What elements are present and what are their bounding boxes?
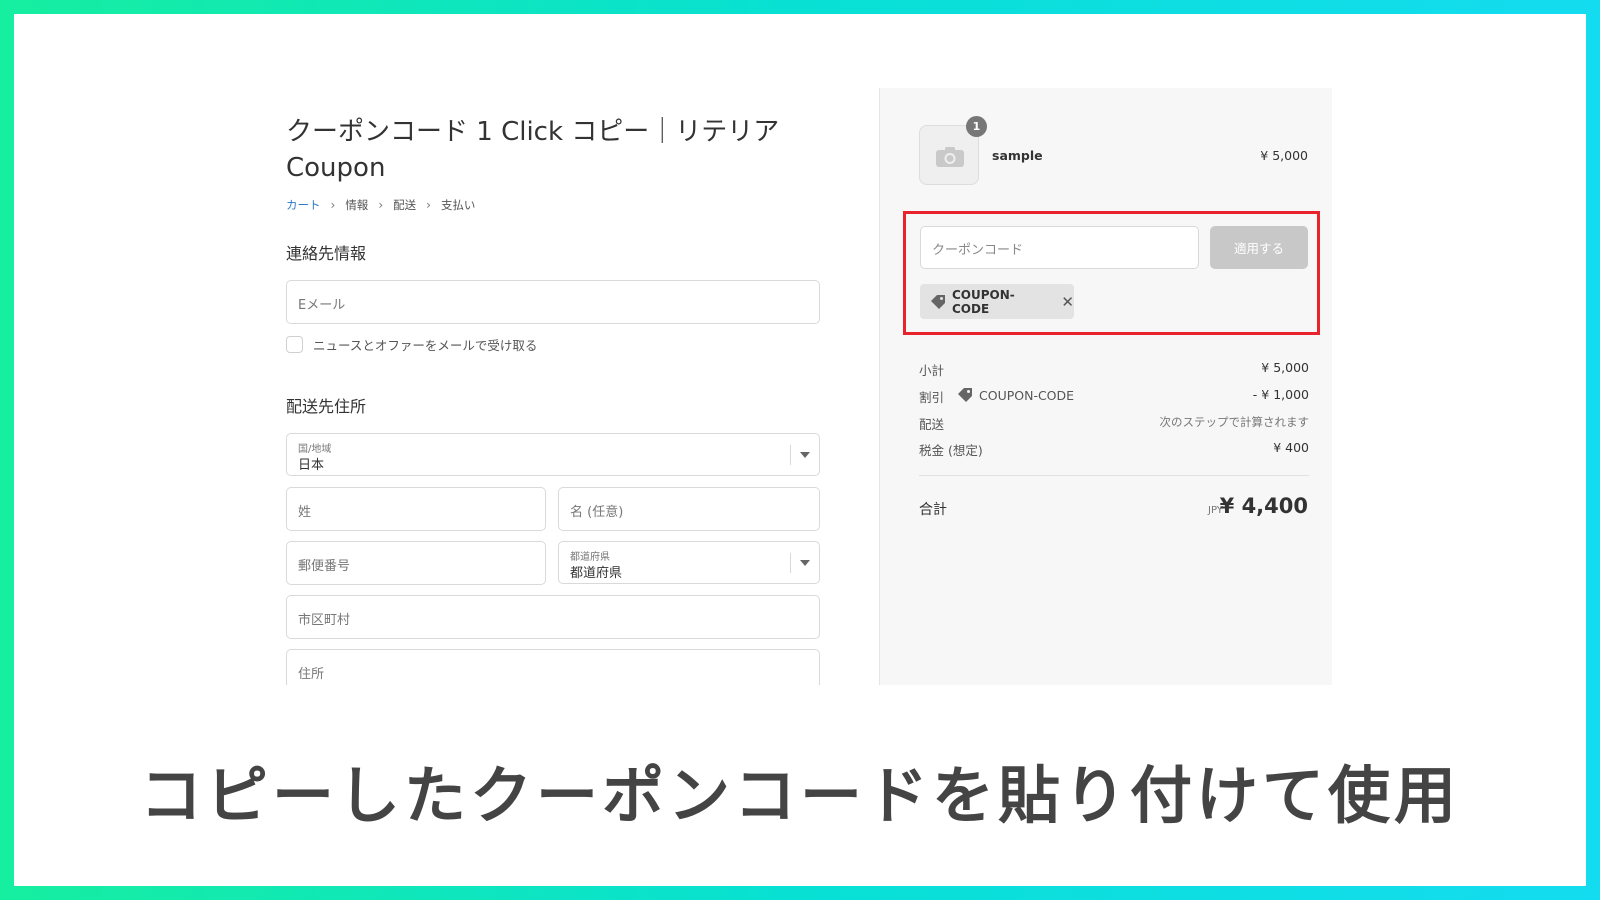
breadcrumb-shipping: 配送	[393, 198, 417, 212]
chevron-right-icon: ›	[426, 198, 431, 212]
first-name-placeholder: 名 (任意)	[570, 505, 624, 520]
prefecture-label: 都道府県	[570, 552, 610, 563]
country-select[interactable]: 国/地域 日本	[286, 433, 820, 476]
city-field[interactable]: 市区町村	[286, 595, 820, 639]
shipping-row: 配送 次のステップで計算されます	[919, 414, 1309, 432]
postal-code-field[interactable]: 郵便番号	[286, 541, 546, 585]
country-label: 国/地域	[298, 444, 332, 455]
shipping-label: 配送	[919, 417, 945, 432]
discount-value: - ¥ 1,000	[1252, 387, 1309, 402]
tax-value: ¥ 400	[1273, 440, 1309, 455]
newsletter-label: ニュースとオファーをメールで受け取る	[313, 338, 538, 353]
tax-label: 税金 (想定)	[919, 443, 983, 458]
city-placeholder: 市区町村	[298, 613, 351, 628]
coupon-code-placeholder: クーポンコード	[932, 243, 1024, 258]
chevron-down-icon	[800, 560, 810, 566]
breadcrumb-information: 情報	[345, 198, 369, 212]
chevron-right-icon: ›	[330, 198, 336, 212]
applied-coupon-tag: COUPON-CODE ✕	[920, 284, 1074, 319]
summary-divider	[919, 475, 1309, 476]
tax-row: 税金 (想定) ¥ 400	[919, 440, 1309, 458]
newsletter-option[interactable]: ニュースとオファーをメールで受け取る	[286, 335, 537, 354]
chevron-right-icon: ›	[378, 198, 384, 212]
first-name-field[interactable]: 名 (任意)	[558, 487, 820, 531]
tag-icon	[957, 387, 973, 403]
email-placeholder: Eメール	[298, 298, 346, 313]
camera-icon	[935, 146, 965, 172]
prefecture-select[interactable]: 都道府県 都道府県	[558, 541, 820, 584]
caption-text: コピーしたクーポンコードを貼り付けて使用	[139, 759, 1460, 832]
discount-label: 割引	[919, 390, 945, 405]
shop-title: クーポンコード 1 Click コピー｜リテリア Coupon	[286, 117, 780, 183]
close-icon[interactable]: ✕	[1061, 293, 1074, 311]
prefecture-value: 都道府県	[570, 566, 623, 581]
product-price: ¥ 5,000	[1260, 148, 1308, 163]
last-name-placeholder: 姓	[298, 505, 312, 520]
coupon-code-input[interactable]: クーポンコード	[920, 226, 1199, 269]
tag-icon	[930, 294, 946, 310]
applied-coupon-code: COUPON-CODE	[952, 287, 1015, 316]
breadcrumb-cart[interactable]: カート	[286, 197, 321, 213]
subtotal-row: 小計 ¥ 5,000	[919, 360, 1309, 378]
total-label: 合計	[919, 502, 947, 518]
address-field[interactable]: 住所	[286, 649, 820, 685]
product-name: sample	[992, 148, 1043, 163]
discount-code: COUPON-CODE	[979, 387, 1075, 403]
discount-row: 割引 COUPON-CODE - ¥ 1,000	[919, 387, 1309, 405]
chevron-down-icon	[800, 452, 810, 458]
address-placeholder: 住所	[298, 667, 325, 682]
quantity-badge: 1	[966, 116, 987, 137]
postal-code-placeholder: 郵便番号	[298, 559, 351, 574]
breadcrumb-payment: 支払い	[440, 198, 476, 212]
select-divider	[790, 445, 791, 465]
select-divider	[790, 553, 791, 573]
discount-code-group: COUPON-CODE	[957, 387, 1074, 403]
subtotal-value: ¥ 5,000	[1261, 360, 1309, 375]
shipping-value: 次のステップで計算されます	[1159, 415, 1310, 429]
email-field[interactable]: Eメール	[286, 280, 820, 324]
contact-heading: 連絡先情報	[286, 244, 367, 263]
subtotal-label: 小計	[919, 363, 945, 378]
shipping-heading: 配送先住所	[286, 397, 367, 416]
country-value: 日本	[298, 458, 325, 473]
newsletter-checkbox[interactable]	[286, 336, 303, 353]
apply-coupon-button[interactable]: 適用する	[1210, 226, 1308, 269]
total-value: ¥ 4,400	[1219, 494, 1308, 518]
breadcrumb: カート › 情報 › 配送 › 支払い	[286, 197, 475, 213]
last-name-field[interactable]: 姓	[286, 487, 546, 531]
